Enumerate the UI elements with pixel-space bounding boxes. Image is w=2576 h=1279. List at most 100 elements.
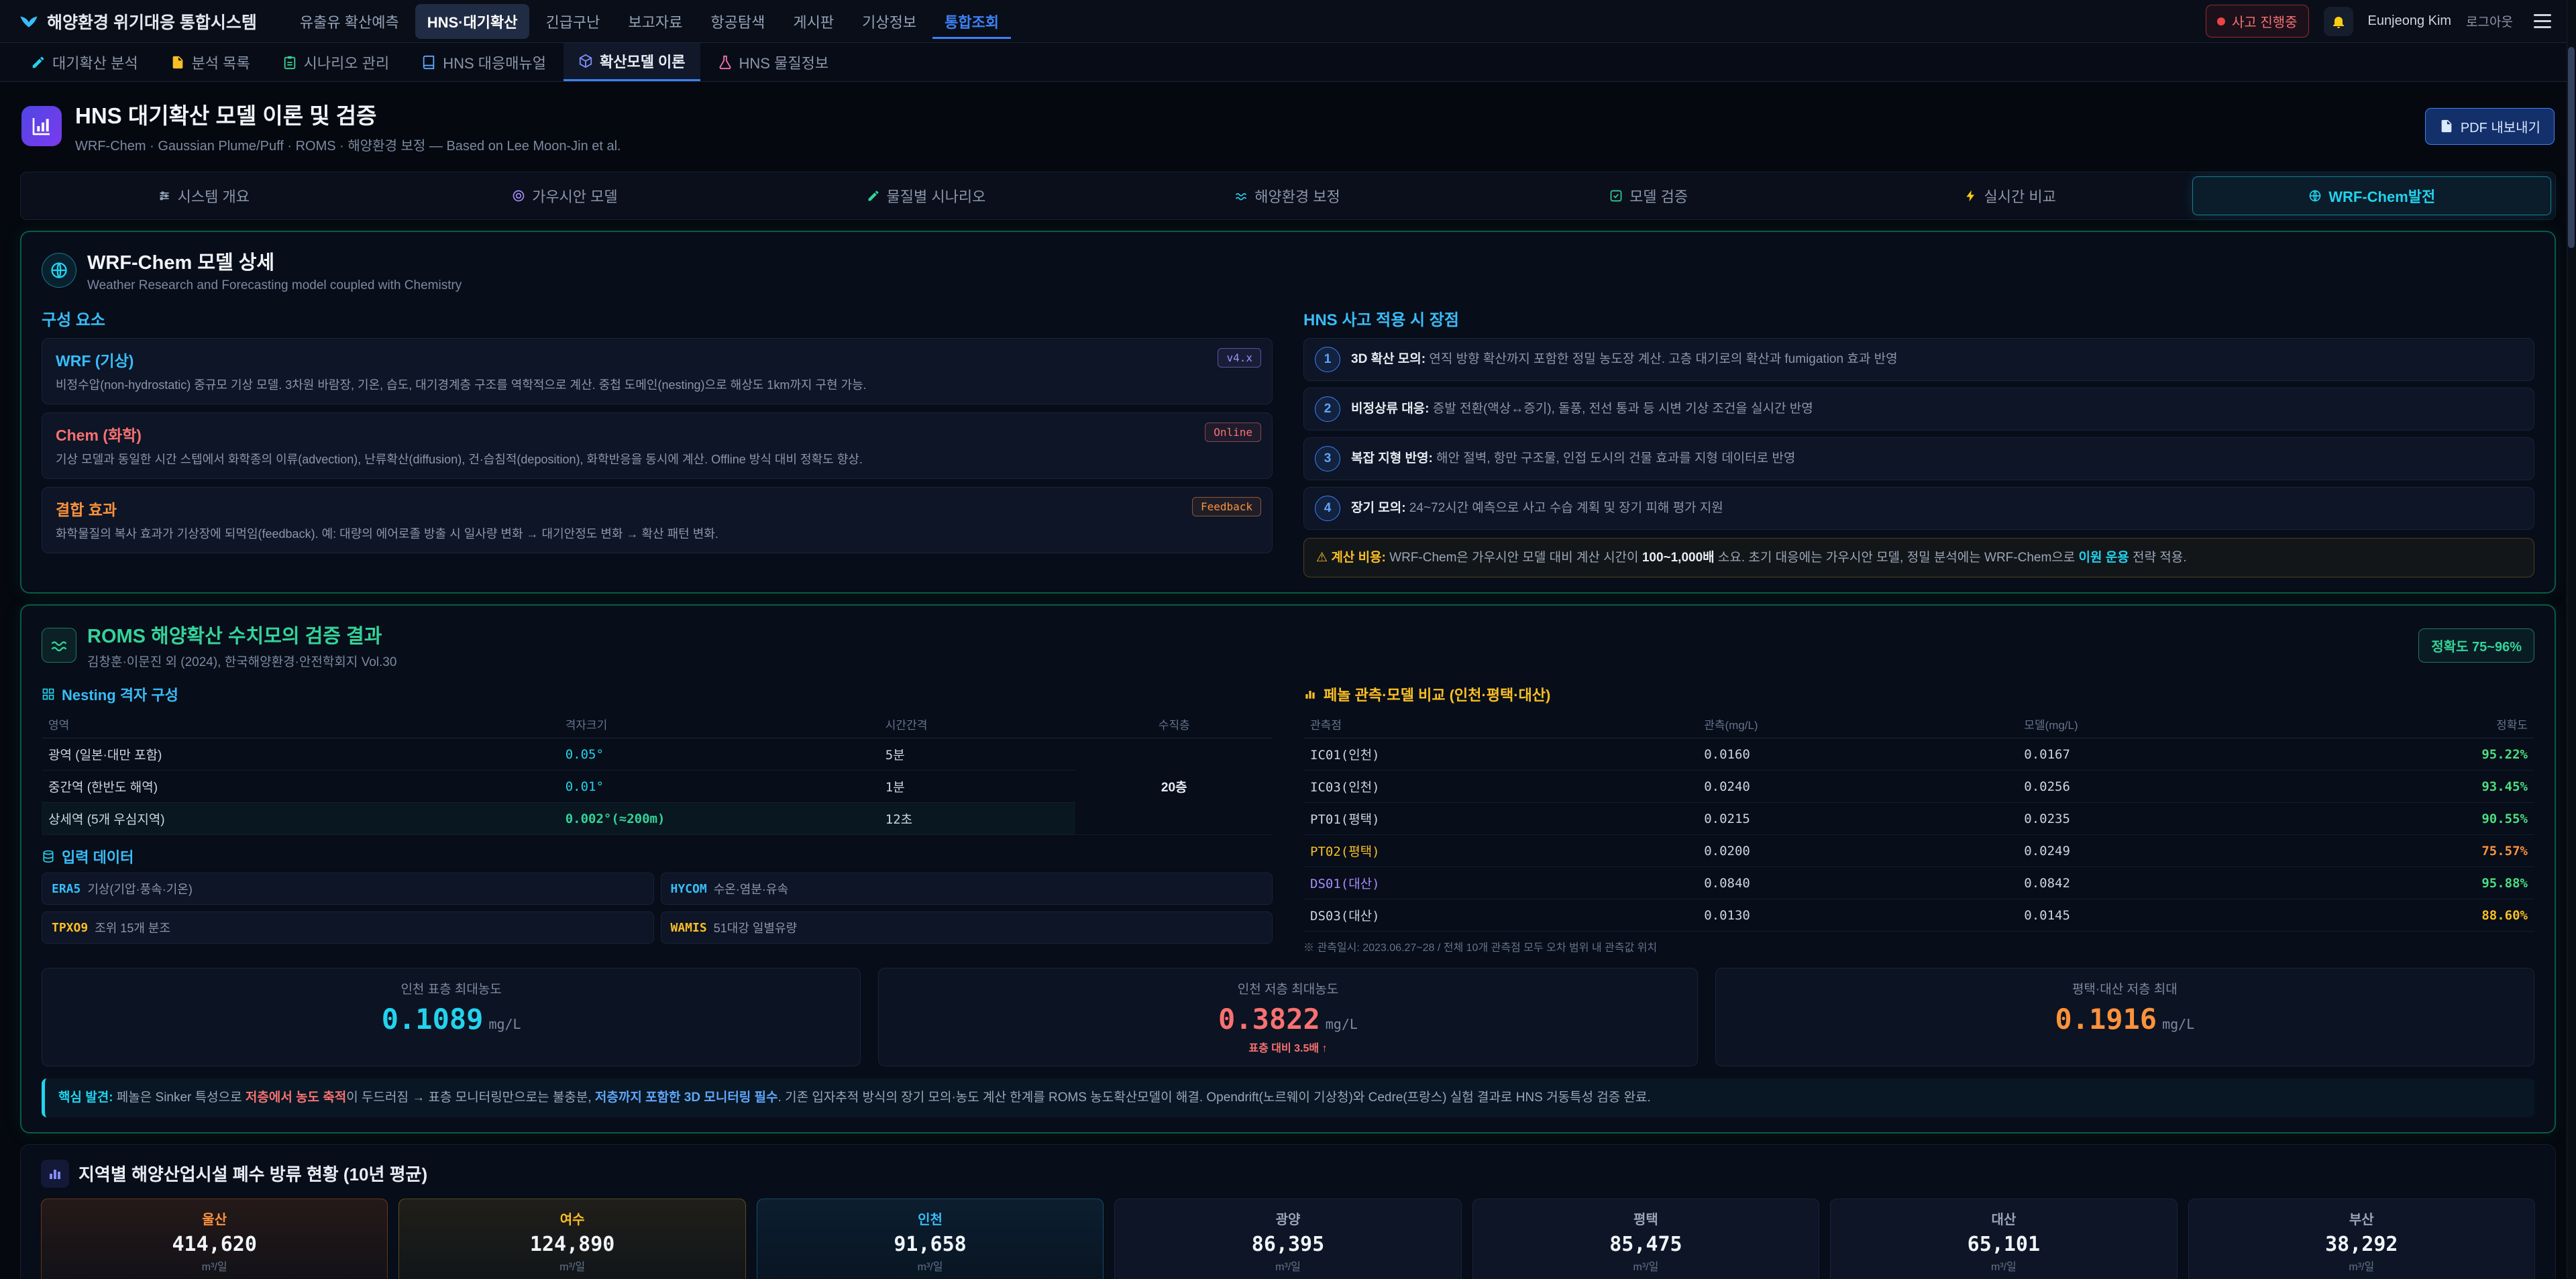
tab-system-overview[interactable]: 시스템 개요 — [25, 176, 382, 215]
accuracy-cell: 95.22% — [2337, 738, 2534, 771]
advantage-number: 4 — [1315, 496, 1340, 521]
discharge-value: 414,620 — [48, 1233, 380, 1256]
discharge-unit: m³/일 — [1837, 1258, 2169, 1274]
nesting-heading-label: Nesting 격자 구성 — [62, 683, 178, 705]
tab-ocean-correction[interactable]: 해양환경 보정 — [1109, 176, 1466, 215]
subnav-item-hns-manual[interactable]: HNS 대응매뉴얼 — [407, 43, 561, 81]
wrfchem-title-block: WRF-Chem 모델 상세 Weather Research and Fore… — [87, 247, 462, 293]
subnav-item-scenario-management[interactable]: 시나리오 관리 — [268, 43, 405, 81]
wrfchem-detail-card: WRF-Chem 모델 상세 Weather Research and Fore… — [20, 231, 2556, 594]
advantage-number: 1 — [1315, 347, 1340, 372]
accuracy-cell: 88.60% — [2337, 899, 2534, 932]
page-chart-icon — [21, 106, 62, 146]
discharge-value: 86,395 — [1122, 1233, 1454, 1256]
scrollbar-thumb[interactable] — [2568, 47, 2575, 248]
table-row: DS01(대산) 0.0840 0.0842 95.88% — [1303, 867, 2534, 899]
nav-item-reports[interactable]: 보고자료 — [616, 4, 694, 39]
column-header: 관측점 — [1303, 710, 1697, 738]
component-chem: Chem (화학) Online 기상 모델과 동일한 시간 스텝에서 화학종의… — [42, 412, 1273, 479]
brand[interactable]: 해양환경 위기대응 통합시스템 — [19, 9, 257, 34]
stat-pyeongtaek-daesan-bottom: 평택·대산 저층 최대 0.1916mg/L — [1715, 968, 2534, 1066]
comparison-heading-label: 페놀 관측·모델 비교 (인천·평택·대산) — [1324, 683, 1550, 705]
brand-title: 해양환경 위기대응 통합시스템 — [47, 9, 257, 34]
tab-wrfchem-advanced[interactable]: WRF-Chem발전 — [2192, 176, 2551, 215]
input-desc: 51대강 일별유량 — [714, 919, 797, 936]
subnav-item-hns-substance-info[interactable]: HNS 물질정보 — [703, 43, 844, 81]
advantage-title: 비정상류 대응: — [1351, 402, 1430, 416]
model-cell: 0.0842 — [2017, 867, 2337, 899]
note-highlight: 이원 운용 — [2079, 551, 2129, 565]
feedback-badge: Feedback — [1192, 497, 1261, 516]
input-data-item: HYCOM 수온·염분·유속 — [661, 873, 1273, 905]
main-menu: 유출유 확산예측 HNS·대기확산 긴급구난 보고자료 항공탐색 게시판 기상정… — [288, 0, 1011, 42]
roms-subtitle: 김창훈·이문진 외 (2024), 한국해양환경·안전학회지 Vol.30 — [87, 652, 396, 670]
comparison-heading: 페놀 관측·모델 비교 (인천·평택·대산) — [1303, 683, 2534, 705]
advantage-text: 장기 모의: 24~72시간 예측으로 사고 수습 계획 및 장기 피해 평가 … — [1351, 496, 1723, 518]
column-header: 수직층 — [1075, 710, 1273, 738]
inputs-grid: ERA5 기상(기압·풍속·기온) HYCOM 수온·염분·유속 TPXO9 조… — [42, 873, 1273, 944]
grid-icon — [42, 687, 55, 701]
time-step-cell: 1분 — [879, 771, 1076, 803]
nav-item-weather-info[interactable]: 기상정보 — [850, 4, 928, 39]
accuracy-cell: 95.88% — [2337, 867, 2534, 899]
column-header: 영역 — [42, 710, 559, 738]
tab-label: 실시간 비교 — [1984, 185, 2056, 207]
table-row: 광역 (일본·대만 포함) 0.05° 5분 20층 — [42, 738, 1273, 771]
region-cell: 광역 (일본·대만 포함) — [42, 738, 559, 771]
page-header: HNS 대기확산 모델 이론 및 검증 WRF-Chem · Gaussian … — [0, 82, 2576, 170]
component-desc: 화학물질의 복사 효과가 기상장에 되먹임(feedback). 예: 대량의 … — [56, 525, 1258, 543]
accuracy-cell: 90.55% — [2337, 803, 2534, 835]
finding-highlight: 저층까지 포함한 3D 모니터링 필수 — [595, 1091, 778, 1105]
time-step-cell: 5분 — [879, 738, 1076, 771]
discharge-unit: m³/일 — [764, 1258, 1096, 1274]
station-cell: DS03(대산) — [1303, 899, 1697, 932]
table-row: PT02(평택) 0.0200 0.0249 75.57% — [1303, 835, 2534, 867]
tab-model-validation[interactable]: 모델 검증 — [1470, 176, 1827, 215]
note-text: 소요. 초기 대응에는 가우시안 모델, 정밀 분석에는 WRF-Chem으로 — [1715, 551, 2079, 565]
subnav-item-analysis-list[interactable]: 분석 목록 — [156, 43, 265, 81]
tab-label: 물질별 시나리오 — [887, 185, 986, 207]
finding-text: . 기존 입자추적 방식의 장기 모의·농도 계산 한계를 ROMS 농도확산모… — [778, 1091, 1651, 1105]
nav-item-board[interactable]: 게시판 — [781, 4, 846, 39]
discharge-unit: m³/일 — [2196, 1258, 2528, 1274]
subnav-item-model-theory[interactable]: 확산모델 이론 — [564, 43, 700, 81]
roms-columns: Nesting 격자 구성 영역 격자크기 시간간격 수직층 광역 (일본·대만… — [42, 683, 2534, 954]
page-scrollbar — [2567, 0, 2576, 1279]
nav-item-emergency-rescue[interactable]: 긴급구난 — [533, 4, 612, 39]
advantage-item-1: 1 3D 확산 모의: 연직 방향 확산까지 포함한 정밀 농도장 계산. 고층… — [1303, 338, 2534, 381]
discharge-card-gwangyang: 광양 86,395 m³/일 3,153만t/년 — [1114, 1199, 1461, 1279]
column-header: 시간간격 — [879, 710, 1076, 738]
discharge-card-yeosu: 여수 124,890 m³/일 4,559만t/년 — [398, 1199, 745, 1279]
nav-item-oil-dispersion[interactable]: 유출유 확산예측 — [288, 4, 411, 39]
discharge-value: 65,101 — [1837, 1233, 2169, 1256]
discharge-title: 지역별 해양산업시설 폐수 방류 현황 (10년 평균) — [78, 1161, 427, 1186]
discharge-card-incheon: 인천 91,658 m³/일 3,346만t/년 — [757, 1199, 1104, 1279]
tab-substance-scenarios[interactable]: 물질별 시나리오 — [747, 176, 1105, 215]
model-cell: 0.0249 — [2017, 835, 2337, 867]
page-subtitle: WRF-Chem · Gaussian Plume/Puff · ROMS · … — [75, 135, 621, 154]
logout-button[interactable]: 로그아웃 — [2466, 12, 2513, 30]
subnav-label: HNS 대응매뉴얼 — [443, 52, 546, 73]
tab-gaussian-model[interactable]: 가우시안 모델 — [386, 176, 744, 215]
nav-item-integrated-search[interactable]: 통합조회 — [932, 4, 1011, 39]
subnav-item-air-analysis[interactable]: 대기확산 분석 — [16, 43, 153, 81]
advantage-desc: 해안 절벽, 항만 구조물, 인접 도시의 건물 효과를 지형 데이터로 반영 — [1436, 451, 1795, 465]
tab-label: 모델 검증 — [1629, 185, 1688, 207]
wrfchem-columns: 구성 요소 WRF (기상) v4.x 비정수압(non-hydrostatic… — [42, 307, 2534, 577]
incident-status-badge[interactable]: 사고 진행중 — [2206, 5, 2309, 38]
stat-number: 0.1089 — [382, 1003, 484, 1036]
pdf-export-button[interactable]: PDF 내보내기 — [2425, 108, 2555, 145]
wrfchem-subtitle: Weather Research and Forecasting model c… — [87, 278, 462, 293]
tab-realtime-comparison[interactable]: 실시간 비교 — [1831, 176, 2189, 215]
hamburger-menu-button[interactable] — [2528, 7, 2557, 36]
notification-bell-button[interactable] — [2324, 7, 2353, 36]
advantage-item-3: 3 복잡 지형 반영: 해안 절벽, 항만 구조물, 인접 도시의 건물 효과를… — [1303, 437, 2534, 480]
stat-unit: mg/L — [488, 1016, 521, 1032]
discharge-value: 91,658 — [764, 1233, 1096, 1256]
section-tabbar: 시스템 개요 가우시안 모델 물질별 시나리오 해양환경 보정 모델 검증 실시… — [20, 172, 2556, 220]
stat-label: 평택·대산 저층 최대 — [1727, 979, 2523, 997]
nav-item-aerial-search[interactable]: 항공탐색 — [698, 4, 777, 39]
nav-item-hns-air-dispersion[interactable]: HNS·대기확산 — [415, 4, 530, 39]
user-name: Eunjeong Kim — [2368, 13, 2452, 29]
stat-label: 인천 표층 최대농도 — [53, 979, 849, 997]
